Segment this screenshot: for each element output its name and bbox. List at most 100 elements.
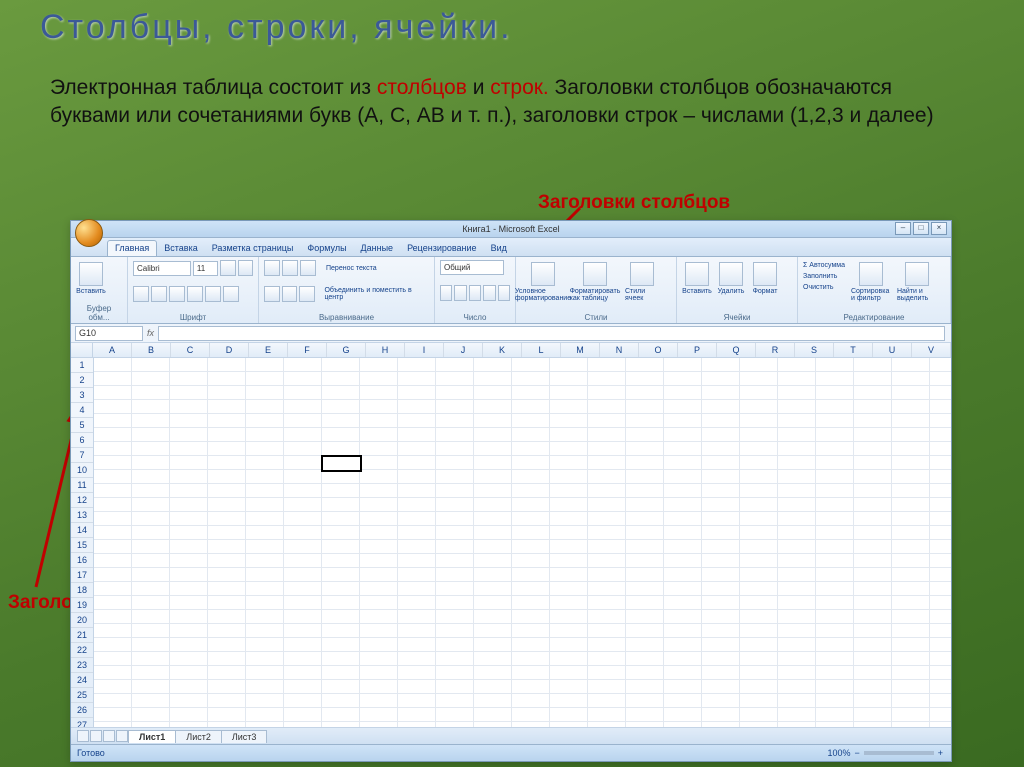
sheet-tab[interactable]: Лист3 (221, 730, 268, 743)
sort-filter-button[interactable]: Сортировка и фильтр (851, 260, 891, 306)
sheet-nav-prev[interactable] (90, 730, 102, 742)
row-header[interactable]: 18 (71, 583, 93, 598)
row-header[interactable]: 24 (71, 673, 93, 688)
zoom-slider[interactable] (864, 751, 934, 755)
column-header[interactable]: S (795, 343, 834, 357)
row-header[interactable]: 4 (71, 403, 93, 418)
font-name-input[interactable]: Calibri (133, 261, 191, 276)
row-header[interactable]: 13 (71, 508, 93, 523)
percent-button[interactable] (454, 285, 466, 301)
minimize-button[interactable]: – (895, 222, 911, 235)
column-header[interactable]: L (522, 343, 561, 357)
column-header[interactable]: T (834, 343, 873, 357)
conditional-formatting-button[interactable]: Условное форматирование (521, 260, 565, 306)
format-as-table-button[interactable]: Форматировать как таблицу (571, 260, 619, 306)
align-top-button[interactable] (264, 260, 280, 276)
cell-styles-button[interactable]: Стили ячеек (625, 260, 659, 306)
find-select-button[interactable]: Найти и выделить (897, 260, 937, 306)
autosum-button[interactable]: Σ Автосумма (803, 260, 845, 271)
sheet-tab[interactable]: Лист1 (128, 730, 176, 743)
ribbon-tab[interactable]: Формулы (300, 241, 353, 256)
row-header[interactable]: 17 (71, 568, 93, 583)
row-header[interactable]: 20 (71, 613, 93, 628)
row-header[interactable]: 10 (71, 463, 93, 478)
row-header[interactable]: 2 (71, 373, 93, 388)
column-header[interactable]: D (210, 343, 249, 357)
row-header[interactable]: 25 (71, 688, 93, 703)
row-header[interactable]: 14 (71, 523, 93, 538)
increase-font-button[interactable] (220, 260, 235, 276)
sheet-nav-first[interactable] (77, 730, 89, 742)
row-header[interactable]: 3 (71, 388, 93, 403)
column-header[interactable]: Q (717, 343, 756, 357)
align-center-button[interactable] (282, 286, 298, 302)
row-header[interactable]: 23 (71, 658, 93, 673)
fill-button[interactable]: Заполнить (803, 271, 845, 282)
column-header[interactable]: F (288, 343, 327, 357)
fx-icon[interactable]: fx (147, 328, 154, 338)
column-header[interactable]: O (639, 343, 678, 357)
row-header[interactable]: 11 (71, 478, 93, 493)
column-header[interactable]: C (171, 343, 210, 357)
column-header[interactable]: J (444, 343, 483, 357)
currency-button[interactable] (440, 285, 452, 301)
zoom-in-button[interactable]: + (938, 745, 943, 761)
column-header[interactable]: A (93, 343, 132, 357)
row-header[interactable]: 12 (71, 493, 93, 508)
maximize-button[interactable]: □ (913, 222, 929, 235)
formula-input[interactable] (158, 326, 945, 341)
column-header[interactable]: H (366, 343, 405, 357)
font-color-button[interactable] (223, 286, 239, 302)
fill-color-button[interactable] (205, 286, 221, 302)
ribbon-tab[interactable]: Разметка страницы (205, 241, 301, 256)
align-left-button[interactable] (264, 286, 280, 302)
column-header[interactable]: G (327, 343, 366, 357)
ribbon-tab[interactable]: Вид (484, 241, 514, 256)
merge-center-button[interactable]: Объединить и поместить в центр (324, 287, 429, 301)
dec-decimal-button[interactable] (498, 285, 510, 301)
column-header[interactable]: R (756, 343, 795, 357)
column-header[interactable]: N (600, 343, 639, 357)
wrap-text-button[interactable]: Перенос текста (326, 265, 377, 272)
row-header[interactable]: 6 (71, 433, 93, 448)
column-header[interactable]: U (873, 343, 912, 357)
sheet-nav-next[interactable] (103, 730, 115, 742)
spreadsheet-grid[interactable]: ABCDEFGHIJKLMNOPQRSTUV 12345671011121314… (71, 343, 951, 727)
ribbon-tab[interactable]: Главная (107, 240, 157, 256)
close-button[interactable]: × (931, 222, 947, 235)
comma-button[interactable] (469, 285, 481, 301)
column-header[interactable]: V (912, 343, 951, 357)
row-header[interactable]: 1 (71, 358, 93, 373)
row-header[interactable]: 16 (71, 553, 93, 568)
office-button[interactable] (75, 219, 103, 247)
sheet-nav-last[interactable] (116, 730, 128, 742)
row-header[interactable]: 19 (71, 598, 93, 613)
italic-button[interactable] (151, 286, 167, 302)
delete-cells-button[interactable]: Удалить (716, 260, 746, 306)
bold-button[interactable] (133, 286, 149, 302)
ribbon-tab[interactable]: Рецензирование (400, 241, 484, 256)
selected-cell[interactable] (321, 455, 362, 472)
column-header[interactable]: M (561, 343, 600, 357)
border-button[interactable] (187, 286, 203, 302)
name-box[interactable]: G10 (75, 326, 143, 341)
column-header[interactable]: I (405, 343, 444, 357)
select-all-corner[interactable] (71, 343, 93, 357)
number-format-select[interactable]: Общий (440, 260, 504, 275)
row-header[interactable]: 22 (71, 643, 93, 658)
row-header[interactable]: 5 (71, 418, 93, 433)
underline-button[interactable] (169, 286, 185, 302)
inc-decimal-button[interactable] (483, 285, 495, 301)
insert-cells-button[interactable]: Вставить (682, 260, 712, 306)
row-header[interactable]: 27 (71, 718, 93, 727)
zoom-out-button[interactable]: − (854, 745, 859, 761)
decrease-font-button[interactable] (238, 260, 253, 276)
align-bot-button[interactable] (300, 260, 316, 276)
format-cells-button[interactable]: Формат (750, 260, 780, 306)
column-header[interactable]: K (483, 343, 522, 357)
ribbon-tab[interactable]: Данные (354, 241, 401, 256)
row-header[interactable]: 26 (71, 703, 93, 718)
align-right-button[interactable] (299, 286, 315, 302)
align-mid-button[interactable] (282, 260, 298, 276)
column-header[interactable]: E (249, 343, 288, 357)
